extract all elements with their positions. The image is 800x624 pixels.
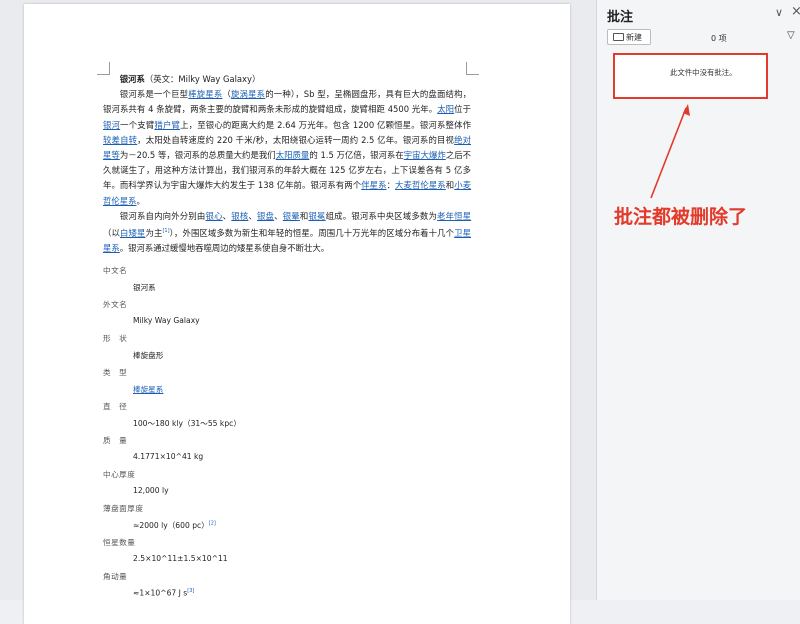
annotation-text: 批注都被删除了 [614,206,748,228]
annotation-arrow [650,104,690,199]
arrow-line [650,107,687,199]
